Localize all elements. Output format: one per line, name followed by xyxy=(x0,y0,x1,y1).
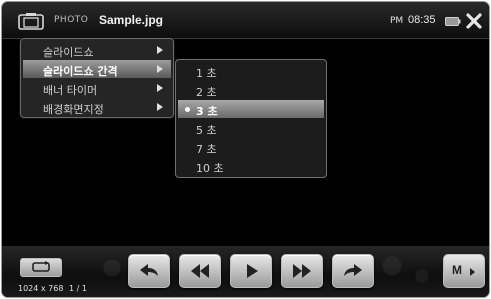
rewind-button[interactable] xyxy=(179,254,221,288)
interval-option-7s[interactable]: 7 초 xyxy=(178,138,324,156)
interval-option-label: 5 초 xyxy=(196,124,217,137)
main-menu: 슬라이드쇼 슬라이드쇼 간격 배너 타이머 배경화면지정 xyxy=(20,38,174,118)
chevron-right-icon xyxy=(470,268,475,276)
repeat-icon xyxy=(32,261,50,272)
menu-item-slideshow[interactable]: 슬라이드쇼 xyxy=(23,41,171,59)
interval-option-2s[interactable]: 2 초 xyxy=(178,81,324,99)
close-icon[interactable] xyxy=(465,12,483,30)
fast-forward-button[interactable] xyxy=(281,254,323,288)
menu-item-label: 배경화면지정 xyxy=(43,103,104,116)
back-arrow-icon xyxy=(140,264,158,276)
interval-option-10s[interactable]: 10 초 xyxy=(178,157,324,175)
interval-option-5s[interactable]: 5 초 xyxy=(178,119,324,137)
top-bar: PHOTO Sample.jpg PM 08:35 xyxy=(2,2,489,39)
interval-option-label: 10 초 xyxy=(196,162,224,175)
menu-item-label: 슬라이드쇼 간격 xyxy=(43,65,118,78)
menu-item-banner-timer[interactable]: 배너 타이머 xyxy=(23,79,171,97)
selected-dot-icon xyxy=(185,107,190,112)
rewind-icon xyxy=(191,264,209,278)
chevron-right-icon xyxy=(157,46,163,54)
bottom-control-bar: 1024 x 768 1 / 1 M xyxy=(2,246,489,297)
menu-item-label: 배너 타이머 xyxy=(43,84,98,97)
play-button[interactable] xyxy=(230,254,272,288)
forward-button[interactable] xyxy=(332,254,374,288)
interval-option-label: 7 초 xyxy=(196,143,217,156)
play-icon xyxy=(247,264,258,278)
menu-item-set-wallpaper[interactable]: 배경화면지정 xyxy=(23,98,171,116)
forward-arrow-icon xyxy=(344,264,362,276)
chevron-right-icon xyxy=(157,65,163,73)
clock: 08:35 xyxy=(408,14,436,26)
fast-forward-icon xyxy=(293,264,311,278)
repeat-button[interactable] xyxy=(20,258,62,277)
image-resolution: 1024 x 768 xyxy=(18,284,64,293)
app-label: PHOTO xyxy=(54,15,89,25)
camera-icon xyxy=(18,13,44,30)
battery-icon xyxy=(445,17,461,26)
interval-option-1s[interactable]: 1 초 xyxy=(178,62,324,80)
mode-button[interactable]: M xyxy=(443,254,485,288)
chevron-right-icon xyxy=(157,103,163,111)
interval-option-3s[interactable]: 3 초 xyxy=(178,100,324,118)
interval-option-label: 3 초 xyxy=(196,105,218,118)
chevron-right-icon xyxy=(157,84,163,92)
interval-submenu: 1 초 2 초 3 초 5 초 7 초 10 초 xyxy=(175,59,327,178)
interval-option-label: 1 초 xyxy=(196,67,217,80)
menu-item-label: 슬라이드쇼 xyxy=(43,46,94,59)
menu-item-slideshow-interval[interactable]: 슬라이드쇼 간격 xyxy=(23,60,171,78)
ampm-label: PM xyxy=(390,16,404,26)
device-screen: PHOTO Sample.jpg PM 08:35 슬라이드쇼 슬라이드쇼 간격… xyxy=(1,1,490,298)
file-name: Sample.jpg xyxy=(99,13,164,27)
interval-option-label: 2 초 xyxy=(196,86,217,99)
mode-label: M xyxy=(452,263,462,277)
back-button[interactable] xyxy=(128,254,170,288)
page-counter: 1 / 1 xyxy=(69,284,87,293)
